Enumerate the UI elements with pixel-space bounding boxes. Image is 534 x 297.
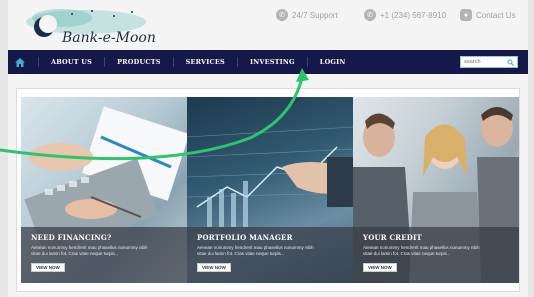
view-now-button[interactable]: VIEW NOW [197,263,231,272]
page: Bank-e-Moon ✆ 24/7 Support ✆ +1 (234) 56… [8,0,528,297]
panel-description: Aenean nonummy hendrerit mau phasellus n… [363,245,480,256]
panel-title: NEED FINANCING? [31,233,112,242]
chat-icon: ● [460,9,472,21]
bank-logo[interactable]: Bank-e-Moon [22,6,156,46]
phone-contact[interactable]: ✆ +1 (234) 567-8910 [364,9,446,21]
panel-title: PORTFOLIO MANAGER [197,233,293,242]
view-now-button[interactable]: VIEW NOW [31,263,65,272]
nav-item-investing[interactable]: INVESTING [236,57,307,67]
panel-caption: YOUR CREDIT Aenean nonummy hendrerit mau… [353,227,519,283]
view-now-button[interactable]: VIEW NOW [363,263,397,272]
phone-number-label: +1 (234) 567-8910 [380,10,447,20]
main-nav: ABOUT US PRODUCTS SERVICES INVESTING LOG… [8,50,528,74]
panel-credit[interactable]: YOUR CREDIT Aenean nonummy hendrerit mau… [353,97,519,283]
panel-caption: PORTFOLIO MANAGER Aenean nonummy hendrer… [187,227,353,283]
nav-item-about-us[interactable]: ABOUT US [38,57,104,67]
contact-us-label: Contact Us [476,10,516,20]
nav-item-services[interactable]: SERVICES [172,57,237,67]
panel-title: YOUR CREDIT [363,233,422,242]
feature-panels: NEED FINANCING? Aenean nonummy hendrerit… [16,88,520,292]
search-box [460,56,518,68]
nav-item-products[interactable]: PRODUCTS [104,57,173,67]
logo-text: Bank-e-Moon [62,30,156,46]
panel-caption: NEED FINANCING? Aenean nonummy hendrerit… [21,227,187,283]
home-icon[interactable] [8,50,32,74]
search-icon[interactable] [505,57,515,67]
contact-us-link[interactable]: ● Contact Us [460,9,516,21]
site-header: Bank-e-Moon ✆ 24/7 Support ✆ +1 (234) 56… [8,0,528,50]
panel-financing[interactable]: NEED FINANCING? Aenean nonummy hendrerit… [21,97,187,283]
panel-description: Aenean nonummy hendrerit mau phasellus n… [31,245,148,256]
panel-portfolio[interactable]: PORTFOLIO MANAGER Aenean nonummy hendrer… [187,97,353,283]
phone-icon: ✆ [276,9,288,21]
panel-description: Aenean nonummy hendrerit mau phasellus n… [197,245,314,256]
search-input[interactable] [461,57,505,67]
phone-icon: ✆ [364,9,376,21]
support-label: 24/7 Support [292,10,338,20]
support-contact[interactable]: ✆ 24/7 Support [276,9,338,21]
nav-item-login[interactable]: LOGIN [306,57,358,67]
